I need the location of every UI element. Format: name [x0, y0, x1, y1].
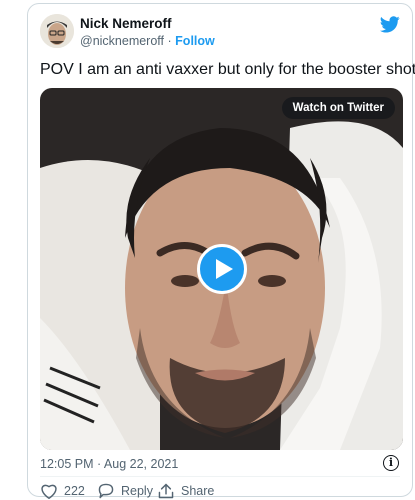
avatar[interactable] — [40, 14, 74, 48]
separator-dot: · — [167, 34, 172, 48]
play-button[interactable] — [197, 244, 247, 294]
author-handle[interactable]: @nicknemeroff — [80, 34, 164, 48]
play-icon — [216, 259, 233, 279]
video-player[interactable]: Watch on Twitter — [40, 88, 403, 450]
share-label: Share — [181, 484, 215, 498]
reply-icon — [98, 483, 114, 499]
watch-on-twitter-button[interactable]: Watch on Twitter — [281, 97, 395, 119]
heart-icon — [41, 484, 57, 499]
tweet-card: Nick Nemeroff @nicknemeroff · Follow POV… — [27, 3, 415, 500]
reply-label: Reply — [121, 484, 153, 498]
tweet-text: POV I am an anti vaxxer but only for the… — [40, 61, 415, 78]
share-icon — [158, 483, 174, 499]
follow-link[interactable]: Follow — [175, 34, 215, 48]
divider — [40, 476, 400, 477]
reply-button[interactable]: Reply — [97, 482, 153, 500]
twitter-bird-icon[interactable] — [380, 16, 400, 33]
like-button[interactable]: 222 — [40, 482, 85, 500]
author-name[interactable]: Nick Nemeroff — [80, 16, 172, 31]
like-count: 222 — [64, 484, 85, 498]
tweet-timestamp[interactable]: 12:05 PM · Aug 22, 2021 — [40, 457, 178, 471]
share-button[interactable]: Share — [157, 482, 214, 500]
info-icon[interactable]: i — [383, 455, 399, 471]
author-handle-row: @nicknemeroff · Follow — [80, 34, 215, 48]
